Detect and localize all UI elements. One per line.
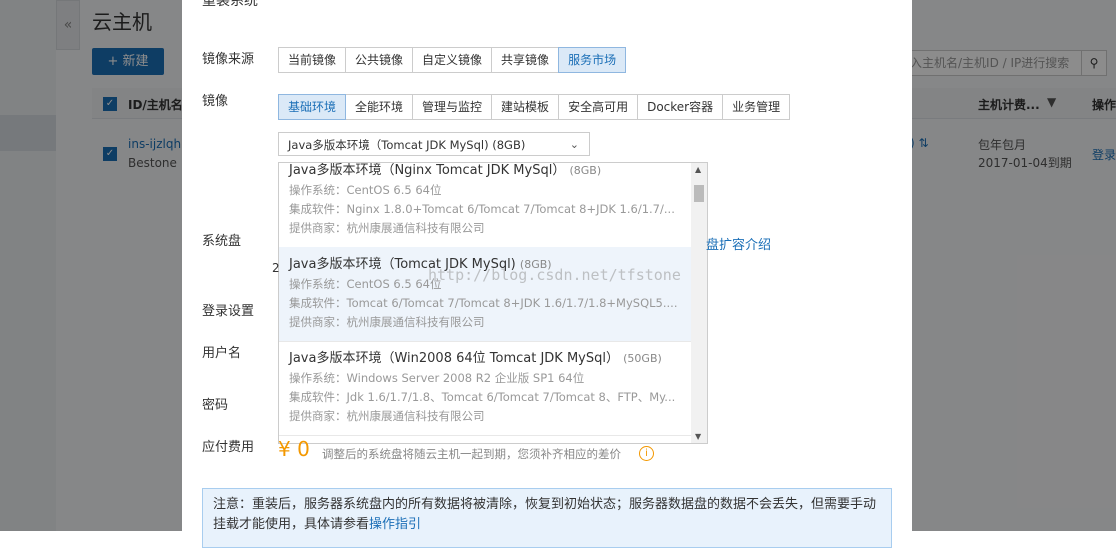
option-vendor: 提供商家：杭州康展通信科技有限公司 [289, 315, 485, 329]
tab-current-image[interactable]: 当前镜像 [278, 47, 347, 73]
tab-custom-image[interactable]: 自定义镜像 [412, 47, 493, 73]
password-label: 密码 [202, 398, 229, 413]
info-icon[interactable]: i [639, 446, 654, 461]
login-settings-label: 登录设置 [202, 304, 255, 319]
image-label: 镜像 [202, 94, 229, 109]
tab-public-image[interactable]: 公共镜像 [345, 47, 414, 73]
tab-service-market[interactable]: 服务市场 [558, 47, 627, 73]
tab-site-template[interactable]: 建站模板 [491, 94, 560, 120]
scroll-down-icon[interactable]: ▼ [695, 432, 701, 441]
option-vendor: 提供商家：杭州康展通信科技有限公司 [289, 221, 485, 235]
dialog-title: 重装系统 [202, 0, 258, 9]
scroll-up-icon[interactable]: ▲ [695, 165, 701, 174]
image-select[interactable]: Java多版本环境（Tomcat JDK MySql) (8GB) ⌄ [278, 132, 590, 156]
notice-text: 注意：重装后，服务器系统盘内的所有数据将被清除，恢复到初始状态；服务器数据盘的数… [213, 497, 877, 532]
image-dropdown-list[interactable]: Java多版本环境（Nginx Tomcat JDK MySql） (8GB) … [278, 162, 708, 444]
notice-guide-link[interactable]: 操作指引 [369, 517, 421, 532]
option-vendor: 提供商家：杭州康展通信科技有限公司 [289, 409, 485, 423]
system-disk-label: 系统盘 [202, 234, 242, 249]
option-software: 集成软件：Tomcat 6/Tomcat 7/Tomcat 8+JDK 1.6/… [289, 296, 678, 310]
option-software: 集成软件：Nginx 1.8.0+Tomcat 6/Tomcat 7/Tomca… [289, 202, 675, 216]
tab-security-ha[interactable]: 安全高可用 [558, 94, 639, 120]
option-title: Java多版本环境（Win2008 64位 Tomcat JDK MySql） … [289, 351, 662, 366]
list-item[interactable]: Java多版本环境（Win2008 64位 Tomcat JDK MySql） … [279, 341, 691, 436]
system-disk-input[interactable] [278, 230, 281, 252]
image-select-value: Java多版本环境（Tomcat JDK MySql) (8GB) [288, 138, 526, 152]
tab-shared-image[interactable]: 共享镜像 [491, 47, 560, 73]
watermark-text: http://blog.csdn.net/tfstone [428, 266, 681, 284]
tab-management-monitoring[interactable]: 管理与监控 [412, 94, 493, 120]
option-title: Java多版本环境（Nginx Tomcat JDK MySql） (8GB) [289, 163, 602, 178]
fee-label: 应付费用 [202, 440, 255, 455]
username-label: 用户名 [202, 346, 242, 361]
chevron-down-icon: ⌄ [569, 138, 579, 151]
list-item[interactable]: Java多版本环境（Tomcat JDK MySql) (8GB) 操作系统：C… [279, 247, 691, 342]
image-source-tabs: 当前镜像 公共镜像 自定义镜像 共享镜像 服务市场 [278, 47, 627, 73]
dropdown-scrollbar[interactable]: ▲ ▼ [691, 163, 707, 443]
option-software: 集成软件：Jdk 1.6/1.7/1.8、Tomcat 6/Tomcat 7/T… [289, 390, 676, 404]
tab-business-management[interactable]: 业务管理 [722, 94, 791, 120]
tab-full-env[interactable]: 全能环境 [345, 94, 414, 120]
option-os: 操作系统：CentOS 6.5 64位 [289, 183, 442, 197]
option-os: 操作系统：Windows Server 2008 R2 企业版 SP1 64位 [289, 371, 585, 385]
system-disk-value: 2 [272, 261, 280, 275]
scroll-thumb[interactable] [694, 185, 704, 202]
list-item[interactable]: Java多版本环境（Nginx Tomcat JDK MySql） (8GB) … [279, 163, 691, 248]
image-category-tabs: 基础环境 全能环境 管理与监控 建站模板 安全高可用 Docker容器 业务管理 [278, 94, 791, 120]
image-source-label: 镜像来源 [202, 52, 255, 67]
disk-expand-link[interactable]: 盘扩容介绍 [706, 234, 771, 253]
fee-note: 调整后的系统盘将随云主机一起到期，您须补齐相应的差价 [322, 447, 621, 461]
tab-docker[interactable]: Docker容器 [637, 94, 724, 120]
tab-basic-env[interactable]: 基础环境 [278, 94, 347, 120]
fee-value: ¥ 0 [278, 437, 310, 461]
notice-box: 注意：重装后，服务器系统盘内的所有数据将被清除，恢复到初始状态；服务器数据盘的数… [202, 488, 892, 548]
